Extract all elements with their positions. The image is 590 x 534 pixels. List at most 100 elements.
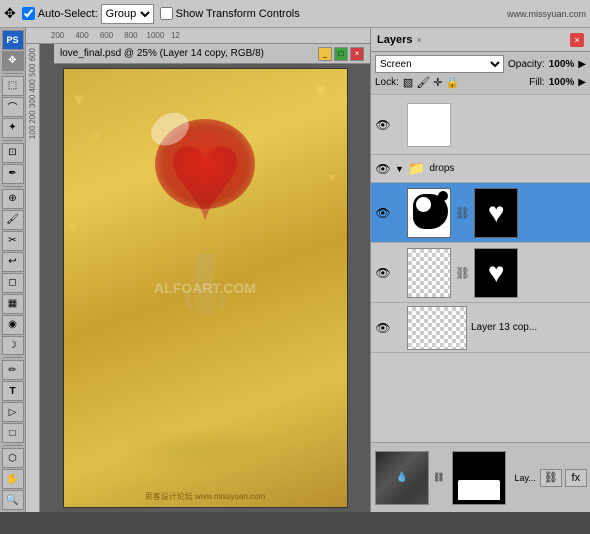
tool-crop[interactable]: ⊡ [2, 143, 24, 163]
lock-transparent-icon[interactable]: ▧ [403, 76, 413, 89]
layers-panel-title: Layers [377, 34, 412, 46]
layers-panel: Layers × × Screen Normal Multiply Opacit… [370, 28, 590, 512]
opacity-value: 100% [549, 59, 575, 70]
splash [115, 427, 295, 477]
link-layers-btn[interactable]: ⛓ [540, 469, 562, 487]
tool-lasso[interactable]: ⌒ [2, 97, 24, 117]
tool-eyedropper[interactable]: ✒ [2, 164, 24, 184]
lock-label: Lock: [375, 77, 399, 88]
tool-pen[interactable]: ✏ [2, 360, 24, 380]
layer-1-visibility[interactable]: 👁 [375, 117, 391, 133]
tool-eraser[interactable]: ◻ [2, 273, 24, 293]
layer-4-main-thumb [407, 248, 451, 298]
tool-gradient[interactable]: ▦ [2, 294, 24, 314]
tool-dodge[interactable]: ☽ [2, 336, 24, 356]
group-triangle[interactable]: ▼ [395, 164, 404, 174]
canvas-content[interactable]: love_final.psd @ 25% (Layer 14 copy, RGB… [40, 44, 370, 512]
tool-shape[interactable]: □ [2, 423, 24, 443]
layer-4-visibility[interactable]: 👁 [375, 265, 391, 281]
tool-marquee[interactable]: ⬚ [2, 76, 24, 96]
tool-path-select[interactable]: ▷ [2, 402, 24, 422]
layer-3-chain-icon: ⛓ [455, 206, 470, 220]
show-transform-group: Show Transform Controls [160, 7, 300, 20]
strip-chain-icon: ⛓ [433, 472, 444, 483]
tool-heal[interactable]: ⊕ [2, 189, 24, 209]
group-visibility[interactable]: 👁 [375, 161, 391, 177]
auto-select-dropdown[interactable]: Group Layer [101, 4, 154, 24]
tool-3d[interactable]: ⬡ [2, 448, 24, 468]
tool-separator-5 [3, 445, 23, 446]
strip-thumb-2-content [453, 452, 505, 504]
canvas-area: 200 400 600 800 1000 12 100 200 300 400 … [26, 28, 370, 512]
show-transform-label: Show Transform Controls [176, 8, 300, 20]
folder-icon: 📁 [408, 160, 425, 177]
close-btn[interactable]: × [350, 47, 364, 61]
layer-item-1[interactable]: 👁 [371, 95, 590, 155]
top-toolbar: ✥ Auto-Select: Group Layer Show Transfor… [0, 0, 590, 28]
tool-magic-wand[interactable]: ✦ [2, 118, 24, 138]
tool-zoom[interactable]: 🔍 [2, 490, 24, 510]
bokeh-5: ♥ [69, 219, 79, 237]
layer-5-name: Layer 13 cop... [471, 322, 586, 333]
ruler-h-marks: 200 400 600 800 1000 12 [28, 31, 180, 40]
ruler-vertical: 100 200 300 400 500 600 [26, 44, 40, 512]
canvas-bottom-text: 思客设计论坛 www.missyuan.com [64, 491, 347, 502]
bokeh-3: ♥ [315, 79, 327, 102]
strip-thumb-1[interactable]: 💧 [375, 451, 429, 505]
blend-mode-select[interactable]: Screen Normal Multiply [375, 55, 504, 73]
layers-panel-header: Layers × × [371, 28, 590, 52]
opacity-label: Opacity: [508, 59, 545, 70]
lock-row: Lock: ▧ 🖌 ✛ 🔒 Fill: 100% ▶ [375, 76, 586, 89]
tool-blur[interactable]: ◉ [2, 315, 24, 335]
tool-move[interactable]: ✥ [2, 51, 24, 71]
fill-value: 100% [549, 77, 575, 88]
opacity-arrow[interactable]: ▶ [578, 59, 586, 70]
lock-image-icon[interactable]: 🖌 [416, 76, 430, 89]
blend-row: Screen Normal Multiply Opacity: 100% ▶ [375, 55, 586, 73]
layer-3-heart-icon: ♥ [488, 197, 505, 229]
auto-select-checkbox[interactable] [22, 7, 35, 20]
layer-3-visibility[interactable]: 👁 [375, 205, 391, 221]
layer-5-visibility[interactable]: 👁 [375, 320, 391, 336]
canvas-titlebar: love_final.psd @ 25% (Layer 14 copy, RGB… [54, 44, 370, 64]
tool-clone[interactable]: ✂ [2, 231, 24, 251]
main-area: PS ✥ ⬚ ⌒ ✦ ⊡ ✒ ⊕ 🖌 ✂ ↩ ◻ ▦ ◉ ☽ ✏ T ▷ □ ⬡… [0, 28, 590, 512]
fill-arrow[interactable]: ▶ [578, 77, 586, 88]
tool-separator-4 [3, 357, 23, 358]
tool-brush[interactable]: 🖌 [2, 210, 24, 230]
show-transform-checkbox[interactable] [160, 7, 173, 20]
strip-layer-name: Lay... [514, 473, 535, 483]
layer-item-5[interactable]: 👁 Layer 13 cop... [371, 303, 590, 353]
layer-1-thumb [407, 103, 451, 147]
minimize-btn[interactable]: _ [318, 47, 332, 61]
bokeh-1: ♥ [74, 89, 85, 110]
layers-panel-x: × [416, 35, 421, 45]
lock-all-icon[interactable]: 🔒 [446, 76, 460, 89]
layer-item-4[interactable]: 👁 ⛓ ♥ [371, 243, 590, 303]
website-label: www.missyuan.com [507, 9, 586, 19]
heart-shape: ♥ [125, 99, 285, 259]
layer-4-heart-icon: ♥ [488, 257, 505, 289]
layer-item-drops-group[interactable]: 👁 ▼ 📁 drops [371, 155, 590, 183]
strip-thumb-2[interactable] [452, 451, 506, 505]
move-tool-icon: ✥ [4, 5, 16, 22]
lock-icons: ▧ 🖌 ✛ 🔒 [403, 76, 459, 89]
layers-close-button[interactable]: × [570, 33, 584, 47]
tool-history-brush[interactable]: ↩ [2, 252, 24, 272]
watermark: ALFOART.COM [154, 280, 256, 296]
tool-hand[interactable]: ✋ [2, 469, 24, 489]
canvas-image-wrapper: ♥ ♥ ♥ ♥ ♥ ♥ [63, 68, 348, 508]
maximize-btn[interactable]: □ [334, 47, 348, 61]
auto-select-group: Auto-Select: Group Layer [22, 4, 154, 24]
strip-thumb-1-icon: 💧 [396, 472, 408, 483]
bokeh-4: ♥ [328, 169, 336, 185]
tool-text[interactable]: T [2, 381, 24, 401]
layer-5-thumb [407, 306, 467, 350]
layer-item-3[interactable]: 👁 ⛓ ♥ [371, 183, 590, 243]
lock-position-icon[interactable]: ✛ [433, 76, 442, 89]
tool-ps-logo: PS [2, 30, 24, 50]
layer-3-main-thumb [407, 188, 451, 238]
fill-label: Fill: [529, 77, 545, 88]
layers-strip: 💧 ⛓ Lay... ⛓ fx ◻ ⊕ 📁 + 🗑 [371, 442, 590, 512]
fx-btn[interactable]: fx [565, 469, 587, 487]
